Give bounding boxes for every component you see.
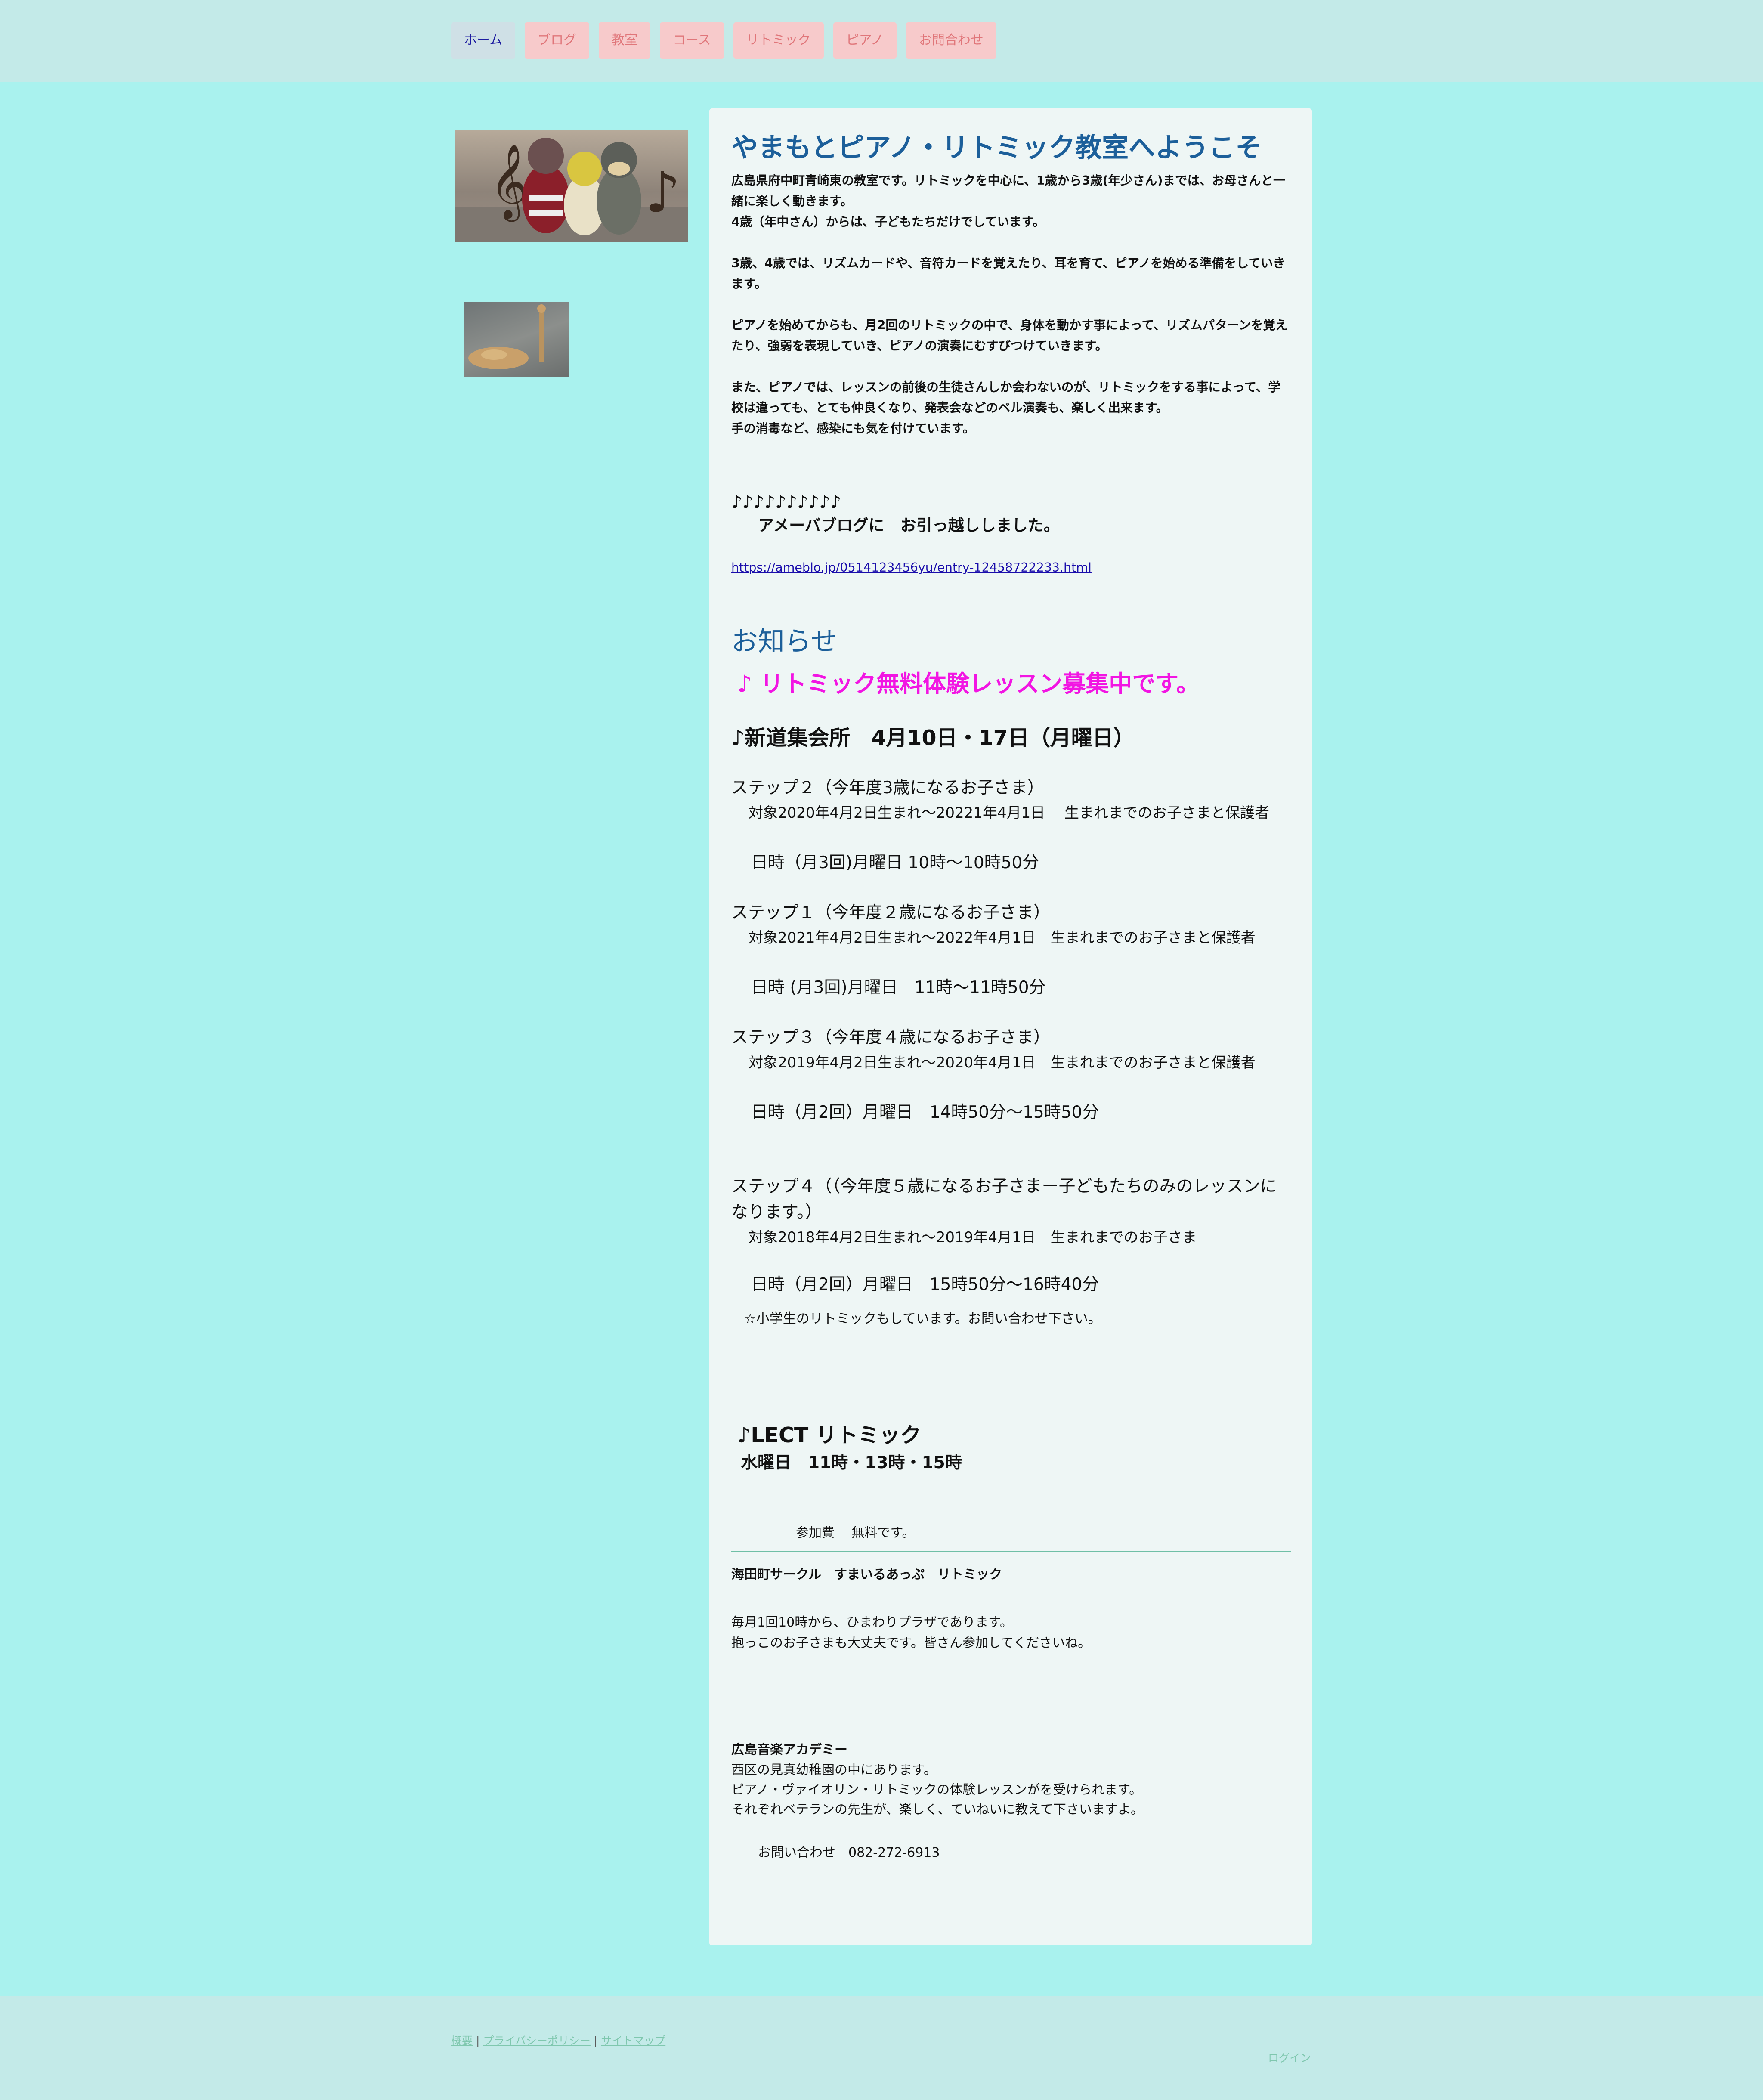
step-title: ステップ２（今年度3歳になるお子さま）: [731, 778, 1044, 798]
free-trial-announcement: ♪ リトミック無料体験レッスン募集中です。: [737, 670, 1200, 697]
step-time: 日時（月3回)月曜日 10時〜10時50分: [751, 853, 1039, 872]
circle-body: 毎月1回10時から、ひまわりプラザであります。 抱っこのお子さまも大丈夫です。皆…: [731, 1612, 1291, 1654]
step-target: 対象2020年4月2日生まれ〜20221年4月1日 生まれまでのお子さまと保護者: [749, 804, 1270, 822]
footer-separator: |: [473, 2035, 483, 2047]
site-header: ホーム ブログ 教室 コース リトミック ピアノ お問合わせ: [0, 0, 1763, 82]
intro-line: 広島県府中町青崎東の教室です。リトミックを中心に、1歳から3歳(年少さん)までは…: [731, 173, 1286, 208]
step-block: ステップ１（今年度２歳になるお子さま） 対象2021年4月2日生まれ〜2022年…: [731, 900, 1291, 1001]
step-title: ステップ１（今年度２歳になるお子さま）: [731, 903, 1051, 922]
lect-time: 水曜日 11時・13時・15時: [741, 1453, 962, 1472]
intro-line: 3歳、4歳では、リズムカードや、音符カードを覚えたり、耳を育て、ピアノを始める準…: [731, 256, 1285, 291]
main-content: やまもとピアノ・リトミック教室へようこそ 広島県府中町青崎東の教室です。リトミッ…: [731, 128, 1291, 1864]
step-time: 日時（月2回）月曜日 14時50分〜15時50分: [751, 1103, 1099, 1122]
footer-link-sitemap[interactable]: サイトマップ: [601, 2035, 665, 2047]
news-heading: お知らせ: [731, 625, 838, 657]
step-time: 日時 (月3回)月曜日 11時〜11時50分: [751, 978, 1046, 997]
footer-link-overview[interactable]: 概要: [451, 2035, 473, 2047]
footer-separator: |: [590, 2035, 601, 2047]
step-block: ステップ４（（今年度５歳になるお子さまー子どもたちのみのレッスンになります。） …: [731, 1174, 1291, 1298]
ameba-blog-link[interactable]: https://ameblo.jp/0514123456yu/entry-124…: [731, 560, 1092, 575]
step-block: ステップ２（今年度3歳になるお子さま） 対象2020年4月2日生まれ〜20221…: [731, 775, 1291, 876]
main-navigation: ホーム ブログ 教室 コース リトミック ピアノ お問合わせ: [451, 22, 996, 59]
footer-link-privacy[interactable]: プライバシーポリシー: [483, 2035, 591, 2047]
divider: [731, 1551, 1291, 1552]
contact-phone: お問い合わせ 082-272-6913: [758, 1845, 940, 1860]
circle-line: 抱っこのお子さまも大丈夫です。皆さん参加してくださいね。: [731, 1636, 1091, 1651]
blog-move-notice: アメーバブログに お引っ越ししました。: [758, 516, 1060, 535]
nav-item-piano[interactable]: ピアノ: [833, 22, 897, 59]
nav-item-contact[interactable]: お問合わせ: [906, 22, 996, 59]
footer-links: 概要 | プライバシーポリシー | サイトマップ: [451, 2032, 665, 2048]
nav-item-rhythmic[interactable]: リトミック: [733, 22, 824, 59]
intro-line: 手の消毒など、感染にも気を付けています。: [731, 421, 975, 436]
academy-title: 広島音楽アカデミー: [731, 1742, 847, 1757]
nav-item-blog[interactable]: ブログ: [525, 22, 590, 59]
nav-item-classroom[interactable]: 教室: [599, 22, 651, 59]
intro-line: また、ピアノでは、レッスンの前後の生徒さんしか会わないのが、リトミックをする事に…: [731, 380, 1280, 415]
fee-text: 参加費 無料です。: [796, 1525, 915, 1540]
intro-line: 4歳（年中さん）からは、子どもたちだけでしています。: [731, 215, 1045, 229]
circle-line: 毎月1回10時から、ひまわりプラザであります。: [731, 1615, 1013, 1630]
site-footer: 概要 | プライバシーポリシー | サイトマップ ログイン: [0, 1996, 1763, 2100]
svg-text:♪: ♪: [645, 160, 680, 225]
main-content-panel: やまもとピアノ・リトミック教室へようこそ 広島県府中町青崎東の教室です。リトミッ…: [709, 108, 1312, 1945]
academy-line: 西区の見真幼稚園の中にあります。: [731, 1763, 937, 1778]
intro-line: ピアノを始めてからも、月2回のリトミックの中で、身体を動かす事によって、リズムパ…: [731, 318, 1288, 353]
academy-line: ピアノ・ヴァイオリン・リトミックの体験レッスンがを受けられます。: [731, 1782, 1142, 1797]
circle-title: 海田町サークル すまいるあっぷ リトミック: [731, 1567, 1002, 1582]
lect-title: ♪LECT リトミック: [737, 1423, 922, 1447]
nav-item-home[interactable]: ホーム: [451, 22, 516, 59]
step-target: 対象2019年4月2日生まれ〜2020年4月1日 生まれまでのお子さまと保護者: [749, 1054, 1256, 1071]
nav-item-course[interactable]: コース: [660, 22, 724, 59]
music-notes-decoration: ♪♪♪♪♪♪♪♪♪♪: [731, 492, 841, 512]
step-block: ステップ３（今年度４歳になるお子さま） 対象2019年4月2日生まれ〜2020年…: [731, 1025, 1291, 1126]
step-title: ステップ３（今年度４歳になるお子さま）: [731, 1028, 1051, 1047]
step-target: 対象2021年4月2日生まれ〜2022年4月1日 生まれまでのお子さまと保護者: [749, 929, 1256, 946]
academy-body: 西区の見真幼稚園の中にあります。 ピアノ・ヴァイオリン・リトミックの体験レッスン…: [731, 1760, 1291, 1820]
login-link[interactable]: ログイン: [1268, 2050, 1311, 2065]
music-ornament-photo: [464, 302, 569, 377]
elementary-note: ☆小学生のリトミックもしています。お問い合わせ下さい。: [744, 1311, 1101, 1327]
sock-monkey-dolls-photo: 𝄞 ♪: [455, 130, 688, 242]
academy-line: それぞれベテランの先生が、楽しく、ていねいに教えて下さいますよ。: [731, 1802, 1144, 1817]
venue-dates: ♪新道集会所 4月10日・17日（月曜日）: [731, 726, 1135, 750]
step-title: ステップ４（（今年度５歳になるお子さまー子どもたちのみのレッスンになります。）: [731, 1177, 1277, 1222]
svg-text:𝄞: 𝄞: [490, 144, 528, 222]
step-time: 日時（月2回）月曜日 15時50分〜16時40分: [751, 1275, 1099, 1294]
step-target: 対象2018年4月2日生まれ〜2019年4月1日 生まれまでのお子さま: [749, 1229, 1197, 1246]
intro-text: 広島県府中町青崎東の教室です。リトミックを中心に、1歳から3歳(年少さん)までは…: [731, 170, 1291, 439]
page-title: やまもとピアノ・リトミック教室へようこそ: [731, 132, 1262, 163]
